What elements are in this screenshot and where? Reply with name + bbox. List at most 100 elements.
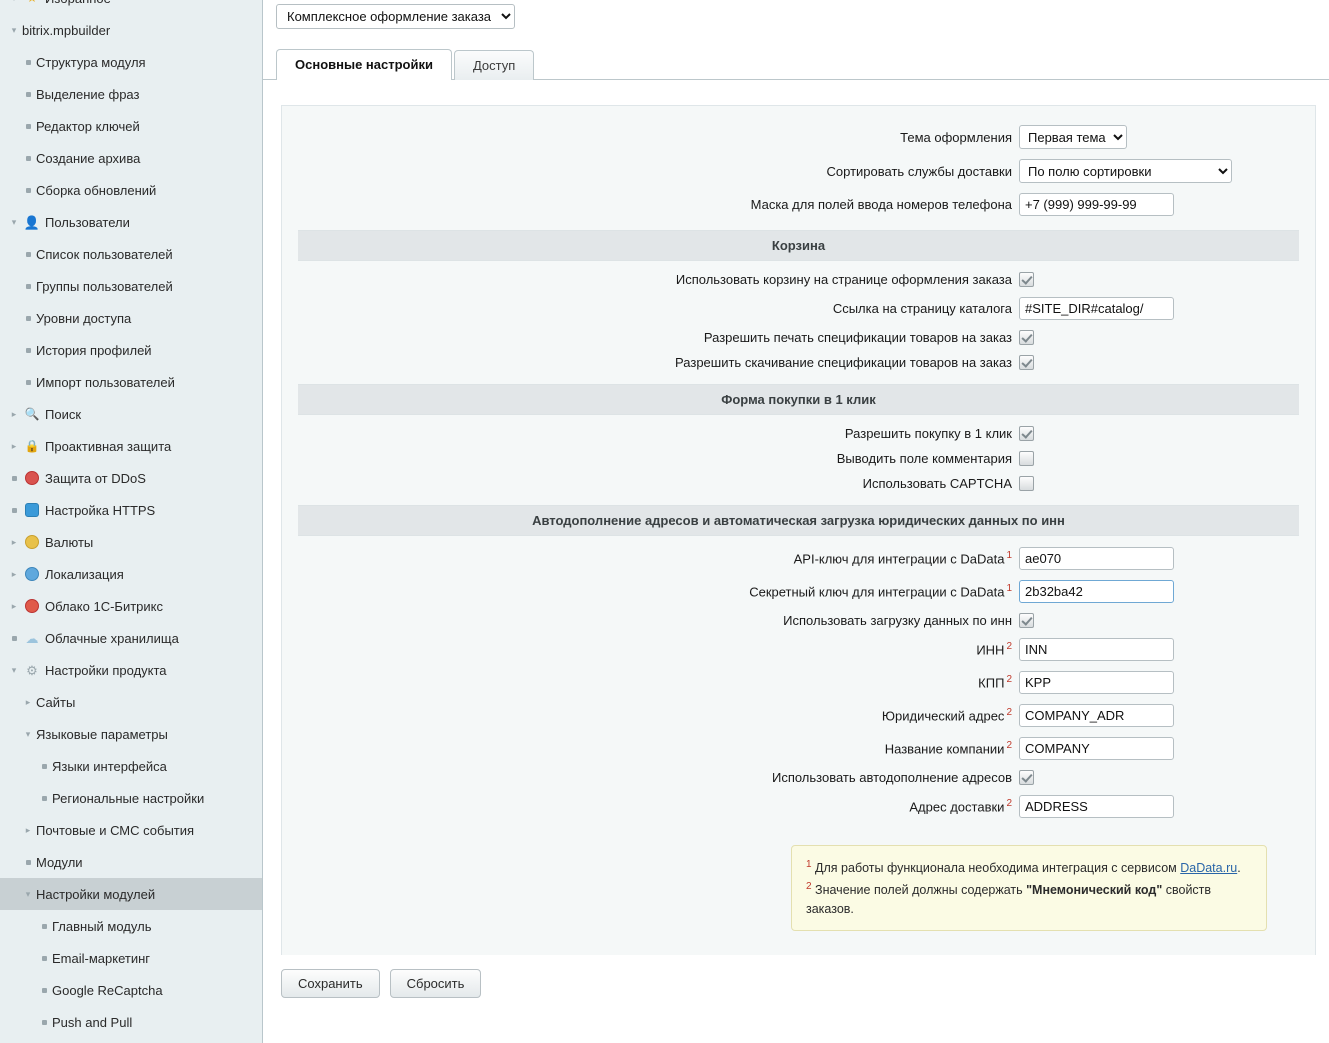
chevron-right-icon[interactable]: ▸ bbox=[6, 442, 22, 451]
use-inn-checkbox[interactable] bbox=[1019, 613, 1034, 628]
sort-delivery-select[interactable]: По полю сортировки bbox=[1019, 159, 1232, 183]
sidebar-item-28[interactable]: ▾Настройки модулей bbox=[0, 878, 262, 910]
chevron-down-icon[interactable]: ▾ bbox=[6, 26, 22, 35]
theme-select[interactable]: Первая тема bbox=[1019, 125, 1127, 149]
sidebar-item-13[interactable]: ▸🔍Поиск bbox=[0, 398, 262, 430]
chevron-down-icon[interactable]: ▾ bbox=[6, 666, 22, 675]
sidebar-item-8[interactable]: Список пользователей bbox=[0, 238, 262, 270]
section-header-dadata: Автодополнение адресов и автоматическая … bbox=[298, 505, 1299, 536]
sidebar-item-label: Языковые параметры bbox=[36, 727, 168, 742]
sidebar-item-17[interactable]: ▸Валюты bbox=[0, 526, 262, 558]
sidebar-item-26[interactable]: ▸Почтовые и СМС события bbox=[0, 814, 262, 846]
sidebar-item-0[interactable]: ▾★Избранное bbox=[0, 0, 262, 14]
secret-key-input[interactable] bbox=[1019, 580, 1174, 603]
settings-panel: Тема оформления Первая тема Сортировать … bbox=[281, 105, 1316, 955]
footnote-line-1-pre: Для работы функционала необходима интегр… bbox=[815, 861, 1180, 875]
row-comment-field: Выводить поле комментария bbox=[282, 446, 1315, 471]
row-use-autocomplete: Использовать автодополнение адресов bbox=[282, 765, 1315, 790]
label-allow-print: Разрешить печать спецификации товаров на… bbox=[282, 330, 1019, 345]
bullet-icon bbox=[36, 796, 52, 801]
sidebar-item-label: Редактор ключей bbox=[36, 119, 140, 134]
sidebar-item-6[interactable]: Сборка обновлений bbox=[0, 174, 262, 206]
comment-field-checkbox[interactable] bbox=[1019, 451, 1034, 466]
sidebar-item-label: Пользователи bbox=[45, 215, 130, 230]
sidebar-item-10[interactable]: Уровни доступа bbox=[0, 302, 262, 334]
sidebar-item-29[interactable]: Главный модуль bbox=[0, 910, 262, 942]
sidebar-item-23[interactable]: ▾Языковые параметры bbox=[0, 718, 262, 750]
sidebar-item-14[interactable]: ▸🔒Проактивная защита bbox=[0, 430, 262, 462]
chevron-right-icon[interactable]: ▸ bbox=[20, 698, 36, 707]
sidebar-item-30[interactable]: Email-маркетинг bbox=[0, 942, 262, 974]
chevron-right-icon[interactable]: ▸ bbox=[6, 570, 22, 579]
delivery-address-input[interactable] bbox=[1019, 795, 1174, 818]
label-allow-download: Разрешить скачивание спецификации товаро… bbox=[282, 355, 1019, 370]
row-theme: Тема оформления Первая тема bbox=[282, 120, 1315, 154]
sidebar-item-19[interactable]: ▸Облако 1С-Битрикс bbox=[0, 590, 262, 622]
sidebar-item-label: Языки интерфейса bbox=[52, 759, 167, 774]
label-use-cart: Использовать корзину на странице оформле… bbox=[282, 272, 1019, 287]
sidebar-item-18[interactable]: ▸Локализация bbox=[0, 558, 262, 590]
sidebar-item-20[interactable]: ☁Облачные хранилища bbox=[0, 622, 262, 654]
sidebar-item-16[interactable]: Настройка HTTPS bbox=[0, 494, 262, 526]
sidebar-item-label: Избранное bbox=[45, 0, 111, 6]
sidebar-item-32[interactable]: Push and Pull bbox=[0, 1006, 262, 1038]
sidebar-item-7[interactable]: ▾👤Пользователи bbox=[0, 206, 262, 238]
sidebar-item-label: bitrix.mpbuilder bbox=[22, 23, 110, 38]
use-autocomplete-checkbox[interactable] bbox=[1019, 770, 1034, 785]
footnote-marker-2: 2 bbox=[1006, 740, 1012, 751]
chevron-right-icon[interactable]: ▸ bbox=[6, 602, 22, 611]
chevron-down-icon[interactable]: ▾ bbox=[20, 730, 36, 739]
row-sort-delivery: Сортировать службы доставки По полю сорт… bbox=[282, 154, 1315, 188]
sidebar-item-22[interactable]: ▸Сайты bbox=[0, 686, 262, 718]
bullet-icon bbox=[20, 252, 36, 257]
tab-access[interactable]: Доступ bbox=[454, 50, 534, 80]
gear-icon: ⚙ bbox=[22, 662, 42, 678]
sidebar-item-4[interactable]: Редактор ключей bbox=[0, 110, 262, 142]
sidebar-item-24[interactable]: Языки интерфейса bbox=[0, 750, 262, 782]
company-name-input[interactable] bbox=[1019, 737, 1174, 760]
sidebar-item-31[interactable]: Google ReCaptcha bbox=[0, 974, 262, 1006]
allow-oneclick-checkbox[interactable] bbox=[1019, 426, 1034, 441]
reset-button[interactable]: Сбросить bbox=[390, 969, 482, 998]
allow-download-checkbox[interactable] bbox=[1019, 355, 1034, 370]
chevron-down-icon[interactable]: ▾ bbox=[6, 218, 22, 227]
chevron-right-icon[interactable]: ▸ bbox=[6, 410, 22, 419]
sidebar-item-25[interactable]: Региональные настройки bbox=[0, 782, 262, 814]
dadata-link[interactable]: DaData.ru bbox=[1180, 861, 1237, 875]
api-key-input[interactable] bbox=[1019, 547, 1174, 570]
sidebar-item-label: Модули bbox=[36, 855, 83, 870]
sidebar-item-21[interactable]: ▾⚙Настройки продукта bbox=[0, 654, 262, 686]
phone-mask-input[interactable] bbox=[1019, 193, 1174, 216]
sidebar-item-11[interactable]: История профилей bbox=[0, 334, 262, 366]
allow-print-checkbox[interactable] bbox=[1019, 330, 1034, 345]
tab-main-settings[interactable]: Основные настройки bbox=[276, 49, 452, 80]
bullet-icon bbox=[36, 988, 52, 993]
chevron-down-icon[interactable]: ▾ bbox=[6, 0, 22, 3]
module-select[interactable]: Комплексное оформление заказа bbox=[276, 4, 515, 29]
use-cart-checkbox[interactable] bbox=[1019, 272, 1034, 287]
catalog-link-input[interactable] bbox=[1019, 297, 1174, 320]
bullet-icon bbox=[6, 508, 22, 513]
sidebar-item-label: Почтовые и СМС события bbox=[36, 823, 194, 838]
sidebar-item-label: Региональные настройки bbox=[52, 791, 204, 806]
footnote-line-1: 1 Для работы функционала необходима инте… bbox=[806, 857, 1252, 879]
sidebar-item-2[interactable]: Структура модуля bbox=[0, 46, 262, 78]
captcha-checkbox[interactable] bbox=[1019, 476, 1034, 491]
sidebar-item-3[interactable]: Выделение фраз bbox=[0, 78, 262, 110]
label-company-name: Название компании2 bbox=[282, 740, 1019, 756]
save-button[interactable]: Сохранить bbox=[281, 969, 380, 998]
sidebar-item-15[interactable]: Защита от DDoS bbox=[0, 462, 262, 494]
sidebar-item-9[interactable]: Группы пользователей bbox=[0, 270, 262, 302]
kpp-input[interactable] bbox=[1019, 671, 1174, 694]
sidebar-item-27[interactable]: Модули bbox=[0, 846, 262, 878]
row-use-inn: Использовать загрузку данных по инн bbox=[282, 608, 1315, 633]
sidebar-item-1[interactable]: ▾bitrix.mpbuilder bbox=[0, 14, 262, 46]
company-address-input[interactable] bbox=[1019, 704, 1174, 727]
label-comment-field: Выводить поле комментария bbox=[282, 451, 1019, 466]
inn-input[interactable] bbox=[1019, 638, 1174, 661]
sidebar-item-5[interactable]: Создание архива bbox=[0, 142, 262, 174]
sidebar-item-12[interactable]: Импорт пользователей bbox=[0, 366, 262, 398]
chevron-right-icon[interactable]: ▸ bbox=[20, 826, 36, 835]
chevron-down-icon[interactable]: ▾ bbox=[20, 890, 36, 899]
chevron-right-icon[interactable]: ▸ bbox=[6, 538, 22, 547]
